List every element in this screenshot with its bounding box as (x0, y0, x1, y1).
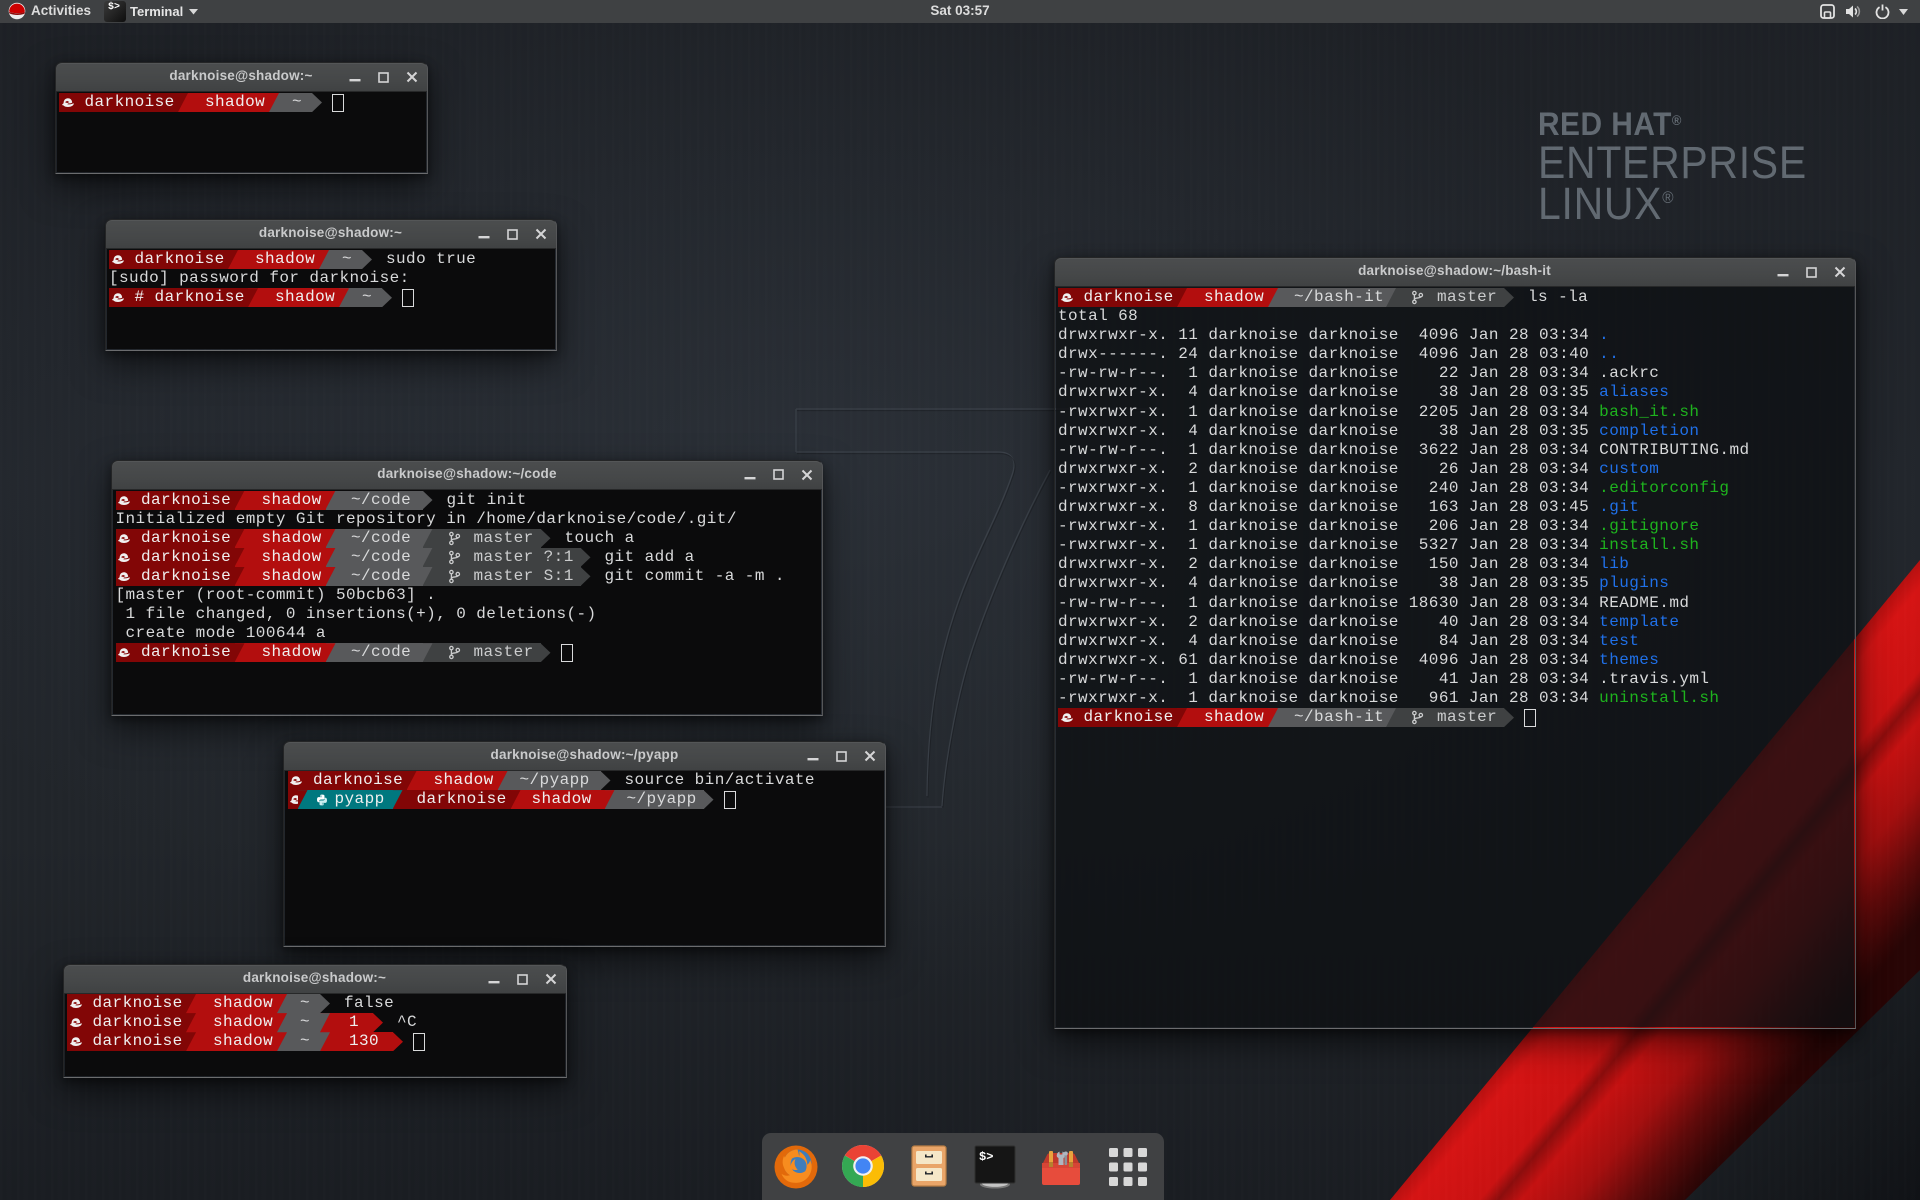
svg-text:$>: $> (979, 1150, 993, 1164)
